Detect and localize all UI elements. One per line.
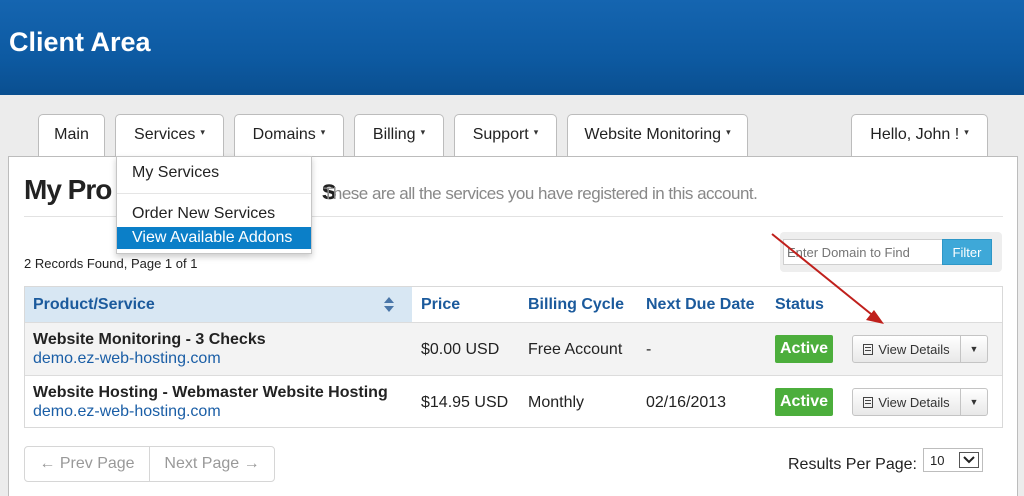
menu-item-my-services[interactable]: My Services xyxy=(117,162,311,184)
next-due-date: 02/16/2013 xyxy=(646,394,727,411)
user-menu-label: Hello, John ! xyxy=(870,126,960,143)
next-due-date: - xyxy=(646,341,652,358)
services-dropdown-menu: My Services Order New Services View Avai… xyxy=(116,156,312,254)
column-header-next-due-date[interactable]: Next Due Date xyxy=(646,287,754,322)
status-badge: Active xyxy=(775,388,833,416)
services-table: Product/Service Price Billing Cycle Next… xyxy=(24,286,1003,428)
view-details-button[interactable]: View Details xyxy=(853,389,961,415)
tab-label: Domains xyxy=(252,126,316,143)
chevron-down-icon xyxy=(959,452,979,468)
tab-label: Services xyxy=(134,126,196,143)
column-header-price[interactable]: Price xyxy=(421,287,460,322)
chevron-down-icon: ▾ xyxy=(964,127,969,137)
tab-website-monitoring[interactable]: Website Monitoring ▾ xyxy=(567,114,748,158)
prev-page-button[interactable]: ← Prev Page xyxy=(25,447,149,481)
document-icon xyxy=(863,343,874,355)
tab-support[interactable]: Support ▾ xyxy=(454,114,557,158)
chevron-down-icon: ▾ xyxy=(420,127,426,137)
chevron-down-icon[interactable]: ▼ xyxy=(961,389,987,415)
product-name: Website Monitoring - 3 Checks xyxy=(33,331,266,348)
tab-label: Main xyxy=(54,126,89,143)
menu-item-view-available-addons[interactable]: View Available Addons xyxy=(117,227,311,249)
price: $14.95 USD xyxy=(421,394,509,411)
billing-cycle: Monthly xyxy=(528,394,585,411)
tab-label: Billing xyxy=(372,126,416,143)
view-details-button-group: View Details ▼ xyxy=(852,335,988,363)
table-row: Website Monitoring - 3 Checks demo.ez-we… xyxy=(25,322,1002,375)
tab-label: Website Monitoring xyxy=(584,126,722,143)
table-row: Website Hosting - Webmaster Website Host… xyxy=(25,375,1002,428)
chevron-down-icon: ▾ xyxy=(320,127,326,137)
sort-icon xyxy=(384,297,394,312)
next-page-button[interactable]: Next Page → xyxy=(150,447,274,481)
chevron-down-icon: ▾ xyxy=(533,127,539,137)
menu-divider xyxy=(117,193,311,194)
product-domain-link[interactable]: demo.ez-web-hosting.com xyxy=(33,350,221,368)
pagination: ← Prev Page Next Page → xyxy=(24,446,275,482)
product-domain-link[interactable]: demo.ez-web-hosting.com xyxy=(33,403,221,421)
results-per-page-value: 10 xyxy=(930,453,945,468)
status-badge: Active xyxy=(775,335,833,363)
tab-label: Support xyxy=(472,126,529,143)
price: $0.00 USD xyxy=(421,341,500,358)
results-per-page-select[interactable]: 10 xyxy=(923,448,983,472)
results-per-page-label: Results Per Page: xyxy=(788,456,917,473)
filter-button[interactable]: Filter xyxy=(942,239,992,265)
records-count: 2 Records Found, Page 1 of 1 xyxy=(24,256,198,271)
document-icon xyxy=(863,396,874,408)
tab-main[interactable]: Main xyxy=(38,114,105,158)
chevron-down-icon: ▾ xyxy=(726,127,731,137)
product-name: Website Hosting - Webmaster Website Host… xyxy=(33,384,388,401)
tab-domains[interactable]: Domains ▾ xyxy=(234,114,344,158)
header-bar: Client Area xyxy=(0,0,1024,95)
menu-item-order-new-services[interactable]: Order New Services xyxy=(117,203,311,225)
view-details-button[interactable]: View Details xyxy=(853,336,961,362)
column-header-billing-cycle[interactable]: Billing Cycle xyxy=(528,287,624,322)
chevron-down-icon[interactable]: ▼ xyxy=(961,336,987,362)
tab-billing[interactable]: Billing ▾ xyxy=(354,114,444,158)
view-details-button-group: View Details ▼ xyxy=(852,388,988,416)
column-header-product[interactable]: Product/Service xyxy=(25,287,412,322)
page-subtitle: These are all the services you have regi… xyxy=(323,184,758,203)
chevron-down-icon: ▾ xyxy=(200,127,205,137)
domain-search-input[interactable] xyxy=(783,239,943,265)
tab-services[interactable]: Services ▾ xyxy=(115,114,224,158)
app-title: Client Area xyxy=(9,27,151,57)
user-menu[interactable]: Hello, John ! ▾ xyxy=(851,114,988,158)
billing-cycle: Free Account xyxy=(528,341,623,358)
column-header-status[interactable]: Status xyxy=(775,287,824,322)
